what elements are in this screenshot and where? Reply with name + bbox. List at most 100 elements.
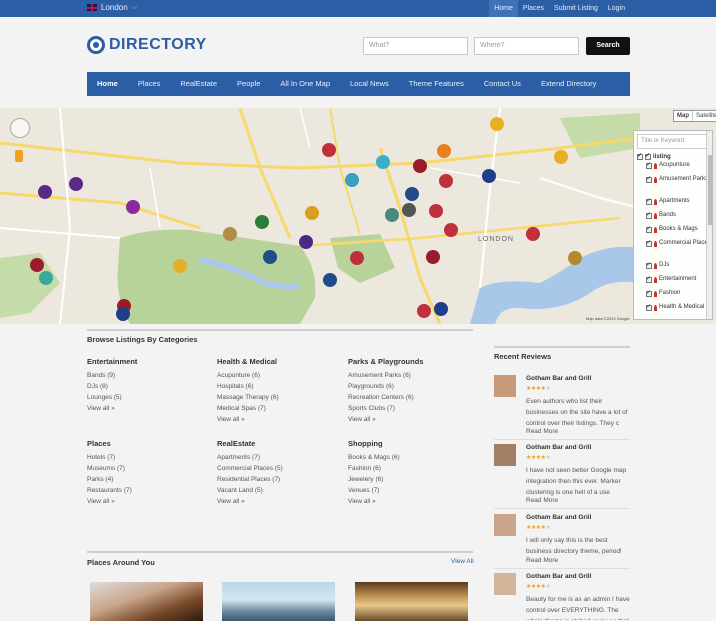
- review-place-name[interactable]: Gotham Bar and Grill: [526, 514, 591, 521]
- rating-stars-icon: ★★★★★: [526, 524, 551, 531]
- reviews-divider: [494, 346, 630, 348]
- location-selector[interactable]: London ⌵: [87, 3, 137, 12]
- london-area-label: LONDON: [478, 236, 514, 243]
- category-heading[interactable]: Entertainment: [87, 357, 207, 366]
- filter-item[interactable]: Amusement Parks: [646, 175, 712, 198]
- view-all-places-link[interactable]: View All: [451, 558, 474, 565]
- category-link[interactable]: Museums (7): [87, 463, 207, 474]
- nav-contact-us[interactable]: Contact Us: [474, 72, 531, 96]
- pin-icon: [654, 263, 657, 269]
- view-all-link[interactable]: View all »: [348, 414, 468, 425]
- review-place-name[interactable]: Gotham Bar and Grill: [526, 444, 591, 451]
- listings-map[interactable]: LONDON Map Satellite Title or Keyword li…: [0, 108, 716, 324]
- category-heading[interactable]: Parks & Playgrounds: [348, 357, 468, 366]
- map-type-satellite[interactable]: Satellite: [693, 111, 716, 121]
- search-button[interactable]: Search: [586, 37, 630, 55]
- category-shopping: Shopping Books & Mags (6) Fashion (6) Je…: [348, 439, 468, 507]
- star-icon: ★: [545, 525, 551, 531]
- nav-all-in-one-map[interactable]: All In One Map: [270, 72, 340, 96]
- avatar[interactable]: [494, 573, 516, 595]
- category-link[interactable]: Parks (4): [87, 474, 207, 485]
- toplink-submit-listing[interactable]: Submit Listing: [549, 0, 603, 17]
- place-thumbnail-food[interactable]: [90, 582, 203, 621]
- nav-realestate[interactable]: RealEstate: [170, 72, 227, 96]
- filter-item[interactable]: Entertainment: [646, 275, 712, 290]
- category-link[interactable]: Medical Spas (7): [217, 403, 337, 414]
- what-search-input[interactable]: What?: [363, 37, 468, 55]
- where-search-input[interactable]: Where?: [474, 37, 579, 55]
- map-pan-control[interactable]: [10, 118, 30, 138]
- street-view-peg-icon[interactable]: [15, 150, 23, 162]
- toplink-login[interactable]: Login: [603, 0, 630, 17]
- star-icon: ★: [545, 455, 551, 461]
- category-link[interactable]: Restaurants (7): [87, 485, 207, 496]
- filter-item[interactable]: Health & Medical: [646, 303, 712, 318]
- filter-item[interactable]: Acupunture: [646, 161, 712, 176]
- toplink-home[interactable]: Home: [489, 0, 518, 17]
- category-link[interactable]: Playgrounds (6): [348, 381, 468, 392]
- category-heading[interactable]: RealEstate: [217, 439, 337, 448]
- map-type-map[interactable]: Map: [674, 111, 693, 121]
- filter-item[interactable]: Books & Mags: [646, 225, 712, 240]
- review-place-name[interactable]: Gotham Bar and Grill: [526, 573, 591, 580]
- category-link[interactable]: Apartments (7): [217, 452, 337, 463]
- read-more-link[interactable]: Read More: [526, 428, 558, 435]
- category-link[interactable]: Acupunture (6): [217, 370, 337, 381]
- category-link[interactable]: Venues (7): [348, 485, 468, 496]
- filter-root-select-checkbox[interactable]: [645, 152, 651, 160]
- nav-extend-directory[interactable]: Extend Directory: [531, 72, 606, 96]
- filter-item[interactable]: DJs: [646, 261, 712, 276]
- category-link[interactable]: DJs (8): [87, 381, 207, 392]
- place-thumbnail-coast[interactable]: [222, 582, 335, 621]
- category-link[interactable]: Books & Mags (6): [348, 452, 468, 463]
- nav-places[interactable]: Places: [128, 72, 171, 96]
- nav-theme-features[interactable]: Theme Features: [399, 72, 474, 96]
- star-icon: ★: [545, 584, 551, 590]
- category-link[interactable]: Commercial Places (5): [217, 463, 337, 474]
- filter-item[interactable]: Bands: [646, 211, 712, 226]
- filter-root-checkbox[interactable]: [637, 152, 643, 160]
- toplink-places[interactable]: Places: [518, 0, 549, 17]
- category-link[interactable]: Amusement Parks (6): [348, 370, 468, 381]
- category-link[interactable]: Recreation Centers (6): [348, 392, 468, 403]
- category-link[interactable]: Lounges (5): [87, 392, 207, 403]
- read-more-link[interactable]: Read More: [526, 497, 558, 504]
- review-place-name[interactable]: Gotham Bar and Grill: [526, 375, 591, 382]
- filter-item[interactable]: Apartments: [646, 197, 712, 212]
- filter-keyword-input[interactable]: Title or Keyword: [637, 134, 709, 149]
- nav-people[interactable]: People: [227, 72, 270, 96]
- nav-home[interactable]: Home: [87, 72, 128, 96]
- view-all-link[interactable]: View all »: [217, 496, 337, 507]
- category-link[interactable]: Sports Clubs (7): [348, 403, 468, 414]
- view-all-link[interactable]: View all »: [87, 403, 207, 414]
- filter-root[interactable]: listing: [637, 152, 712, 160]
- map-canvas[interactable]: LONDON: [0, 108, 716, 324]
- place-thumbnail-interior[interactable]: [355, 582, 468, 621]
- filter-scrollbar[interactable]: [706, 131, 712, 319]
- category-link[interactable]: Massage Therapy (6): [217, 392, 337, 403]
- view-all-link[interactable]: View all »: [87, 496, 207, 507]
- pin-icon: [654, 227, 657, 233]
- site-logo[interactable]: DIRECTORY: [87, 36, 207, 54]
- avatar[interactable]: [494, 375, 516, 397]
- read-more-link[interactable]: Read More: [526, 557, 558, 564]
- filter-item[interactable]: Fashion: [646, 289, 712, 304]
- category-heading[interactable]: Places: [87, 439, 207, 448]
- nav-local-news[interactable]: Local News: [340, 72, 399, 96]
- category-link[interactable]: Hotels (7): [87, 452, 207, 463]
- avatar[interactable]: [494, 514, 516, 536]
- avatar[interactable]: [494, 444, 516, 466]
- category-heading[interactable]: Shopping: [348, 439, 468, 448]
- category-heading[interactable]: Health & Medical: [217, 357, 337, 366]
- review-separator: [494, 508, 630, 509]
- category-link[interactable]: Jewelery (6): [348, 474, 468, 485]
- category-link[interactable]: Residential Places (7): [217, 474, 337, 485]
- filter-item[interactable]: Commercial Places: [646, 239, 712, 262]
- category-health-medical: Health & Medical Acupunture (6) Hospital…: [217, 357, 337, 425]
- category-link[interactable]: Vacant Land (5): [217, 485, 337, 496]
- category-link[interactable]: Fashion (6): [348, 463, 468, 474]
- view-all-link[interactable]: View all »: [348, 496, 468, 507]
- view-all-link[interactable]: View all »: [217, 414, 337, 425]
- category-link[interactable]: Hospitals (6): [217, 381, 337, 392]
- category-link[interactable]: Bands (9): [87, 370, 207, 381]
